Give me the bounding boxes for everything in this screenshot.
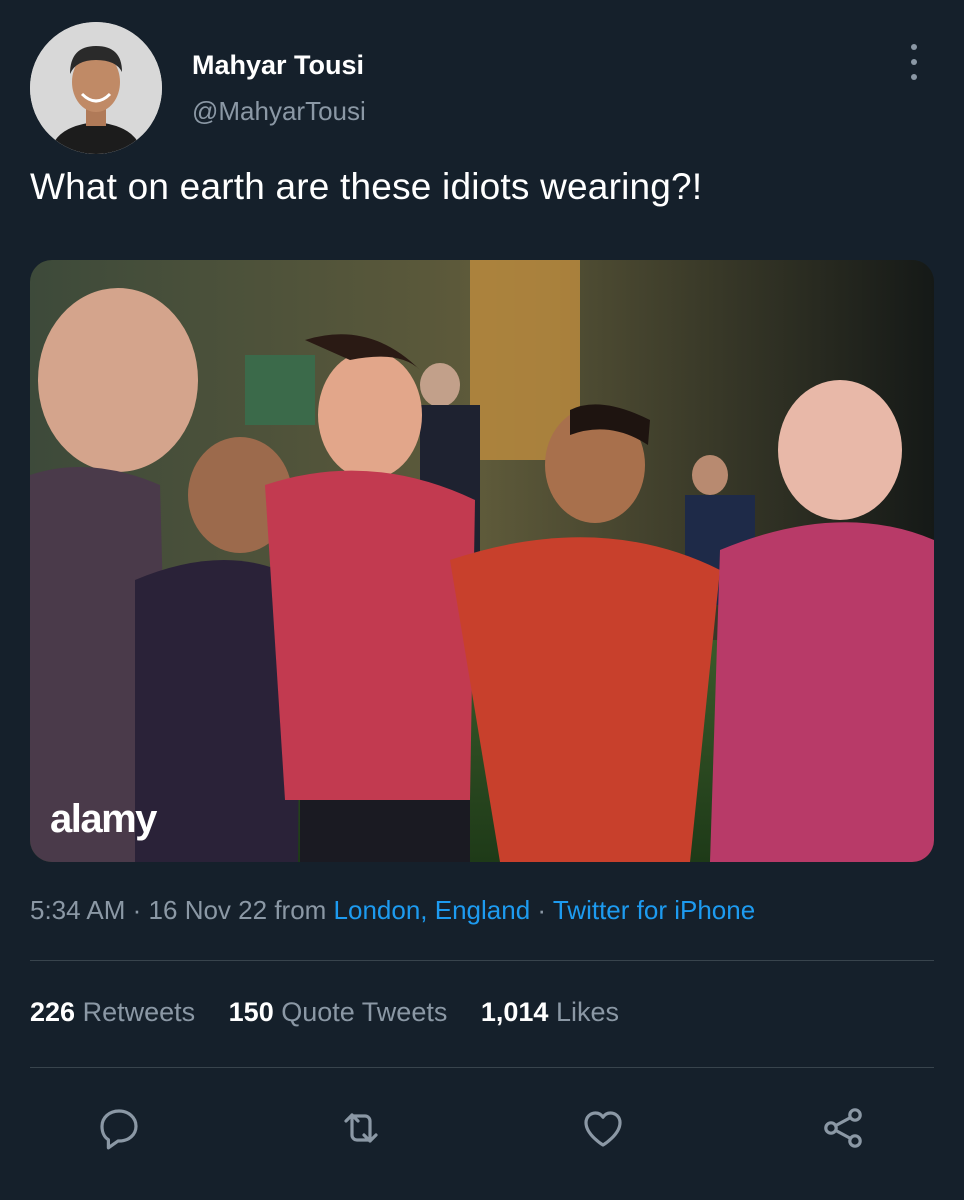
quote-tweets-label: Quote Tweets bbox=[281, 997, 448, 1027]
tweet-stats: 226 Retweets 150 Quote Tweets 1,014 Like… bbox=[30, 997, 645, 1028]
author-display-name[interactable]: Mahyar Tousi bbox=[192, 50, 364, 81]
reply-icon bbox=[100, 1109, 138, 1150]
likes-label: Likes bbox=[555, 997, 619, 1027]
quote-tweets-stat[interactable]: 150 Quote Tweets bbox=[229, 997, 448, 1027]
retweet-button[interactable] bbox=[333, 1100, 389, 1156]
author-handle[interactable]: @MahyarTousi bbox=[192, 96, 366, 127]
tweet-photo[interactable]: alamy bbox=[30, 260, 934, 862]
photo-image bbox=[30, 260, 934, 862]
likes-count: 1,014 bbox=[480, 997, 549, 1027]
divider bbox=[30, 1067, 934, 1068]
share-button[interactable] bbox=[815, 1100, 871, 1156]
divider bbox=[30, 960, 934, 961]
more-dot-icon bbox=[911, 74, 917, 80]
avatar-image bbox=[30, 22, 162, 154]
like-button[interactable] bbox=[575, 1100, 631, 1156]
tweet-text: What on earth are these idiots wearing?! bbox=[30, 166, 703, 207]
reply-button[interactable] bbox=[91, 1100, 147, 1156]
quote-tweets-count: 150 bbox=[228, 997, 274, 1027]
retweets-stat[interactable]: 226 Retweets bbox=[30, 997, 195, 1027]
avatar[interactable] bbox=[30, 22, 162, 154]
retweet-icon bbox=[344, 1113, 378, 1143]
retweets-label: Retweets bbox=[82, 997, 196, 1027]
more-dot-icon bbox=[911, 59, 917, 65]
tweet-meta: 5:34 AM · 16 Nov 22 from London, England… bbox=[30, 895, 755, 926]
more-options-button[interactable] bbox=[902, 44, 926, 80]
likes-stat[interactable]: 1,014 Likes bbox=[481, 997, 619, 1027]
like-icon bbox=[584, 1111, 622, 1147]
meta-separator: · bbox=[537, 895, 547, 925]
more-dot-icon bbox=[911, 44, 917, 50]
retweets-count: 226 bbox=[30, 997, 76, 1027]
tweet-source-link[interactable]: Twitter for iPhone bbox=[553, 895, 755, 925]
tweet-location-link[interactable]: London, England bbox=[334, 895, 531, 925]
photo-watermark: alamy bbox=[50, 797, 157, 841]
tweet-date[interactable]: 16 Nov 22 bbox=[149, 895, 268, 925]
share-icon bbox=[824, 1108, 862, 1148]
tweet-actions bbox=[0, 1100, 964, 1156]
meta-separator: · bbox=[132, 895, 142, 925]
tweet-time[interactable]: 5:34 AM bbox=[30, 895, 125, 925]
meta-from-label: from bbox=[274, 895, 327, 925]
